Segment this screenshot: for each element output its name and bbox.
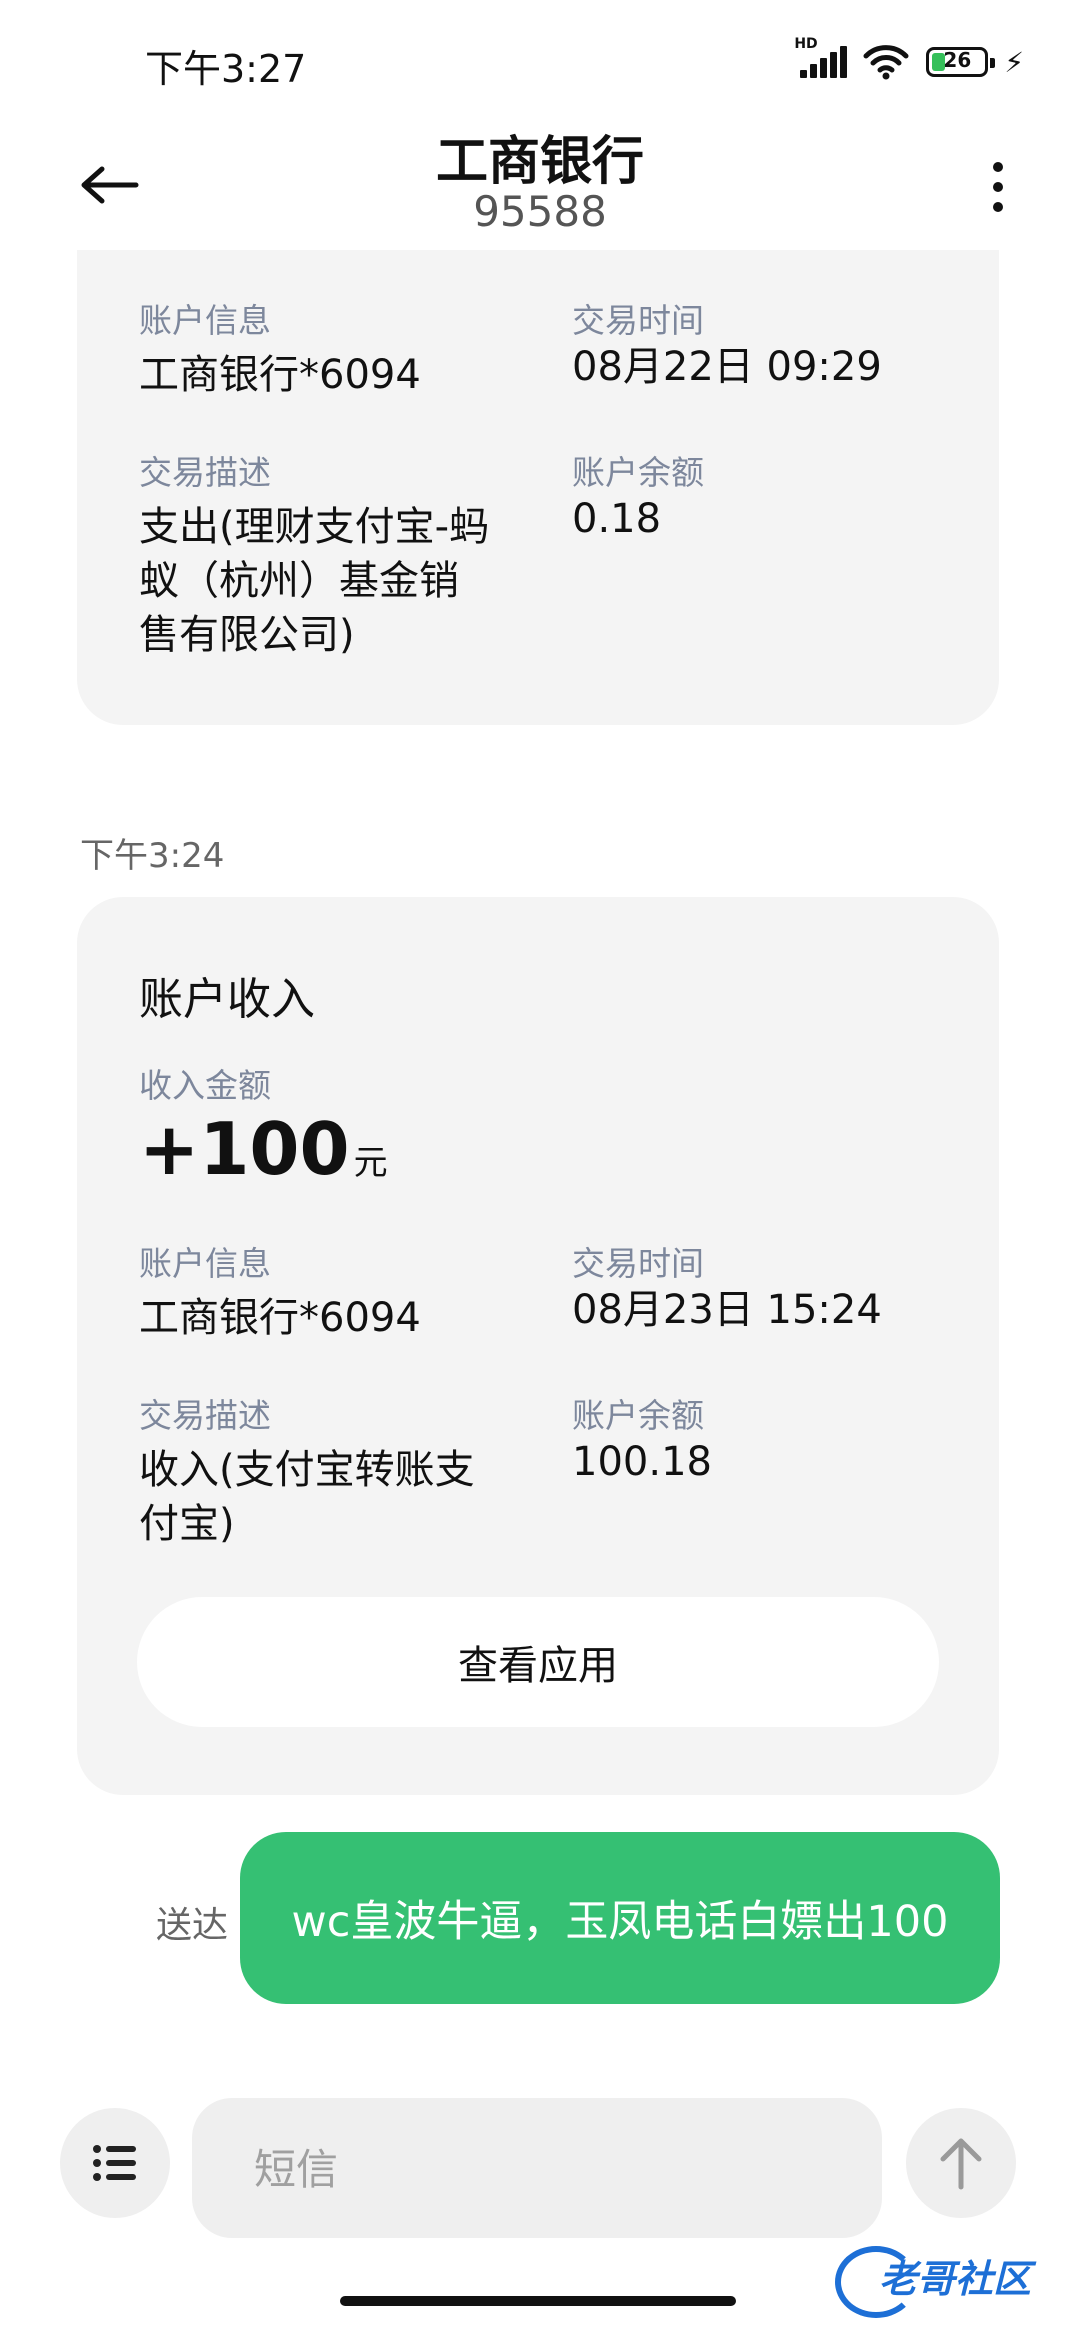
more-vertical-icon [993,162,1003,172]
account-info-value: 工商银行*6094 [139,352,421,398]
list-icon [93,2145,136,2181]
status-bar: 下午3:27 HD 26 ⚡ [0,0,1080,120]
account-info-label: 账户信息 [139,301,271,340]
amount-value: +100 [139,1107,350,1191]
view-app-button[interactable]: 查看应用 [137,1597,939,1727]
sms-conversation-screen: 下午3:27 HD 26 ⚡ 工商银行 95588 账户信息 工商银行*6094… [0,0,1080,2340]
account-info-value: 工商银行*6094 [139,1295,421,1341]
status-icons: HD 26 ⚡ [794,36,1024,82]
prev-transaction-card: 账户信息 工商银行*6094 交易时间 08月22日 09:29 交易描述 支出… [77,250,999,725]
transaction-desc-line: 付宝) [139,1501,235,1547]
delivery-status: 送达 [156,1905,229,1946]
send-button[interactable] [906,2108,1016,2218]
balance-value: 0.18 [572,496,662,542]
balance-label: 账户余额 [572,453,704,492]
amount-unit: 元 [353,1143,388,1183]
message-timestamp: 下午3:24 [80,836,225,876]
transaction-desc-line: 蚁（杭州）基金销 [139,558,459,604]
signal-icon: HD [794,36,848,82]
menu-button[interactable] [60,2108,170,2218]
contact-name: 工商银行 [435,132,644,192]
battery-level: 26 [943,48,972,72]
transaction-desc-line: 售有限公司) [139,612,355,658]
balance-value: 100.18 [572,1439,712,1485]
transaction-time-label: 交易时间 [572,301,704,340]
sent-message-bubble[interactable]: wc皇波牛逼，玉凤电话白嫖出100 [240,1832,1000,2004]
send-arrow-up-icon [940,2138,982,2190]
contact-number: 95588 [473,187,607,236]
wifi-icon [863,45,909,80]
transaction-desc-label: 交易描述 [139,453,271,492]
amount-label: 收入金额 [139,1066,271,1105]
watermark-logo: 老哥社区 [835,2240,1063,2318]
message-compose-box[interactable] [192,2098,882,2240]
more-options-button[interactable] [968,147,1028,227]
transaction-desc-line: 支出(理财支付宝-蚂 [139,504,490,550]
transaction-desc-line: 收入(支付宝转账支 [139,1447,475,1493]
signal-hd-label: HD [794,36,818,52]
income-transaction-card[interactable]: 账户收入 收入金额 +100 元 账户信息 工商银行*6094 交易时间 08月2… [77,897,999,1795]
battery-icon: 26 [926,47,996,77]
card-title: 账户收入 [139,974,315,1025]
sent-message-text: wc皇波牛逼，玉凤电话白嫖出100 [291,1897,949,1947]
sms-input[interactable] [252,2098,856,2240]
amount: +100 元 [139,1107,388,1191]
charging-icon: ⚡ [1004,45,1024,79]
home-indicator[interactable] [340,2296,736,2306]
transaction-desc-label: 交易描述 [139,1396,271,1435]
account-info-label: 账户信息 [139,1244,271,1283]
balance-label: 账户余额 [572,1396,704,1435]
transaction-time-value: 08月23日 15:24 [572,1287,882,1333]
conversation-header: 工商银行 95588 [0,115,1080,255]
transaction-time-label: 交易时间 [572,1244,704,1283]
transaction-time-value: 08月22日 09:29 [572,344,882,390]
status-time: 下午3:27 [145,47,307,91]
watermark-swoosh-icon [835,2246,917,2318]
